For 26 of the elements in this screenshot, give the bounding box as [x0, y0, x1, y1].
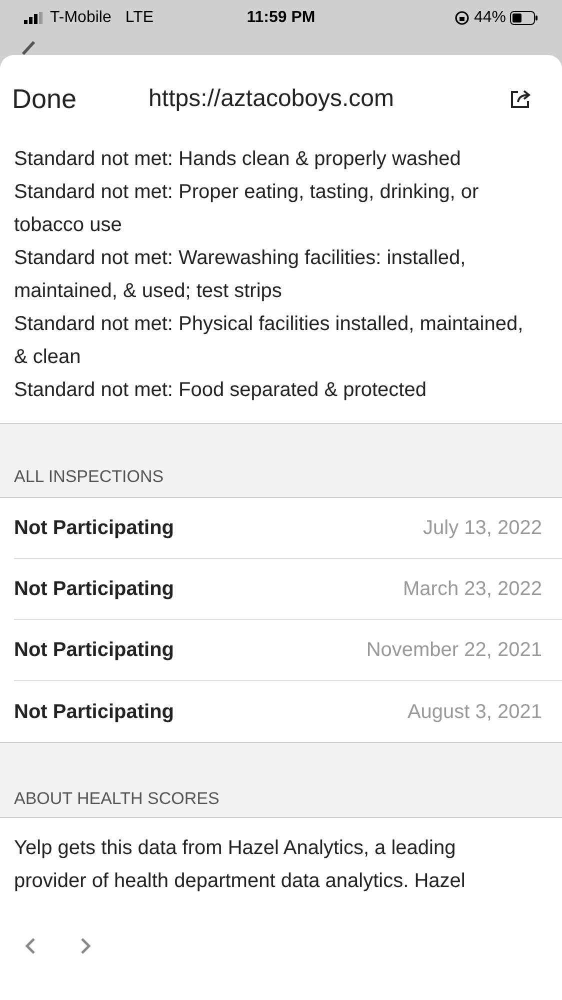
inspection-date: July 13, 2022: [423, 516, 542, 541]
violation-text: Standard not met: Hands clean & properly washed: [14, 147, 462, 172]
rotation-lock-icon: [454, 10, 470, 26]
inspection-status: Not Participating: [14, 638, 176, 663]
done-button[interactable]: Done: [12, 78, 77, 120]
share-icon[interactable]: [510, 89, 532, 109]
inspection-status: Not Participating: [14, 516, 176, 541]
section-header: ABOUT HEALTH SCORES: [14, 788, 220, 810]
violation-text: Standard not met: Warewashing facilities: installed, maintained, & used; test strips: [14, 246, 467, 304]
section-header: ALL INSPECTIONS: [14, 466, 164, 488]
network-type: LTE: [125, 8, 154, 28]
battery-percent: 44%: [474, 8, 506, 28]
carrier-name: T-Mobile: [50, 8, 112, 28]
inspection-date: November 22, 2021: [366, 638, 542, 663]
clock-time: 11:59 PM: [246, 8, 316, 28]
url-text: https://aztacoboys.com: [148, 84, 395, 114]
violation-text: Standard not met: Physical facilities installed, maintained, & clean: [14, 312, 524, 370]
about-paragraph: Yelp gets this data from Hazel Analytics, a leading provider of health department data analytics. Hazel: [13, 836, 466, 894]
inspection-status: Not Participating: [14, 700, 176, 724]
battery-icon: [510, 11, 538, 25]
inspection-date: March 23, 2022: [403, 577, 542, 602]
signal-icon: [24, 12, 44, 24]
inspection-date: August 3, 2021: [407, 700, 542, 724]
violation-text: Standard not met: Food separated & protected: [14, 378, 428, 403]
violation-text: Standard not met: Proper eating, tasting, drinking, or tobacco use: [14, 180, 480, 238]
inspection-status: Not Participating: [14, 577, 176, 602]
